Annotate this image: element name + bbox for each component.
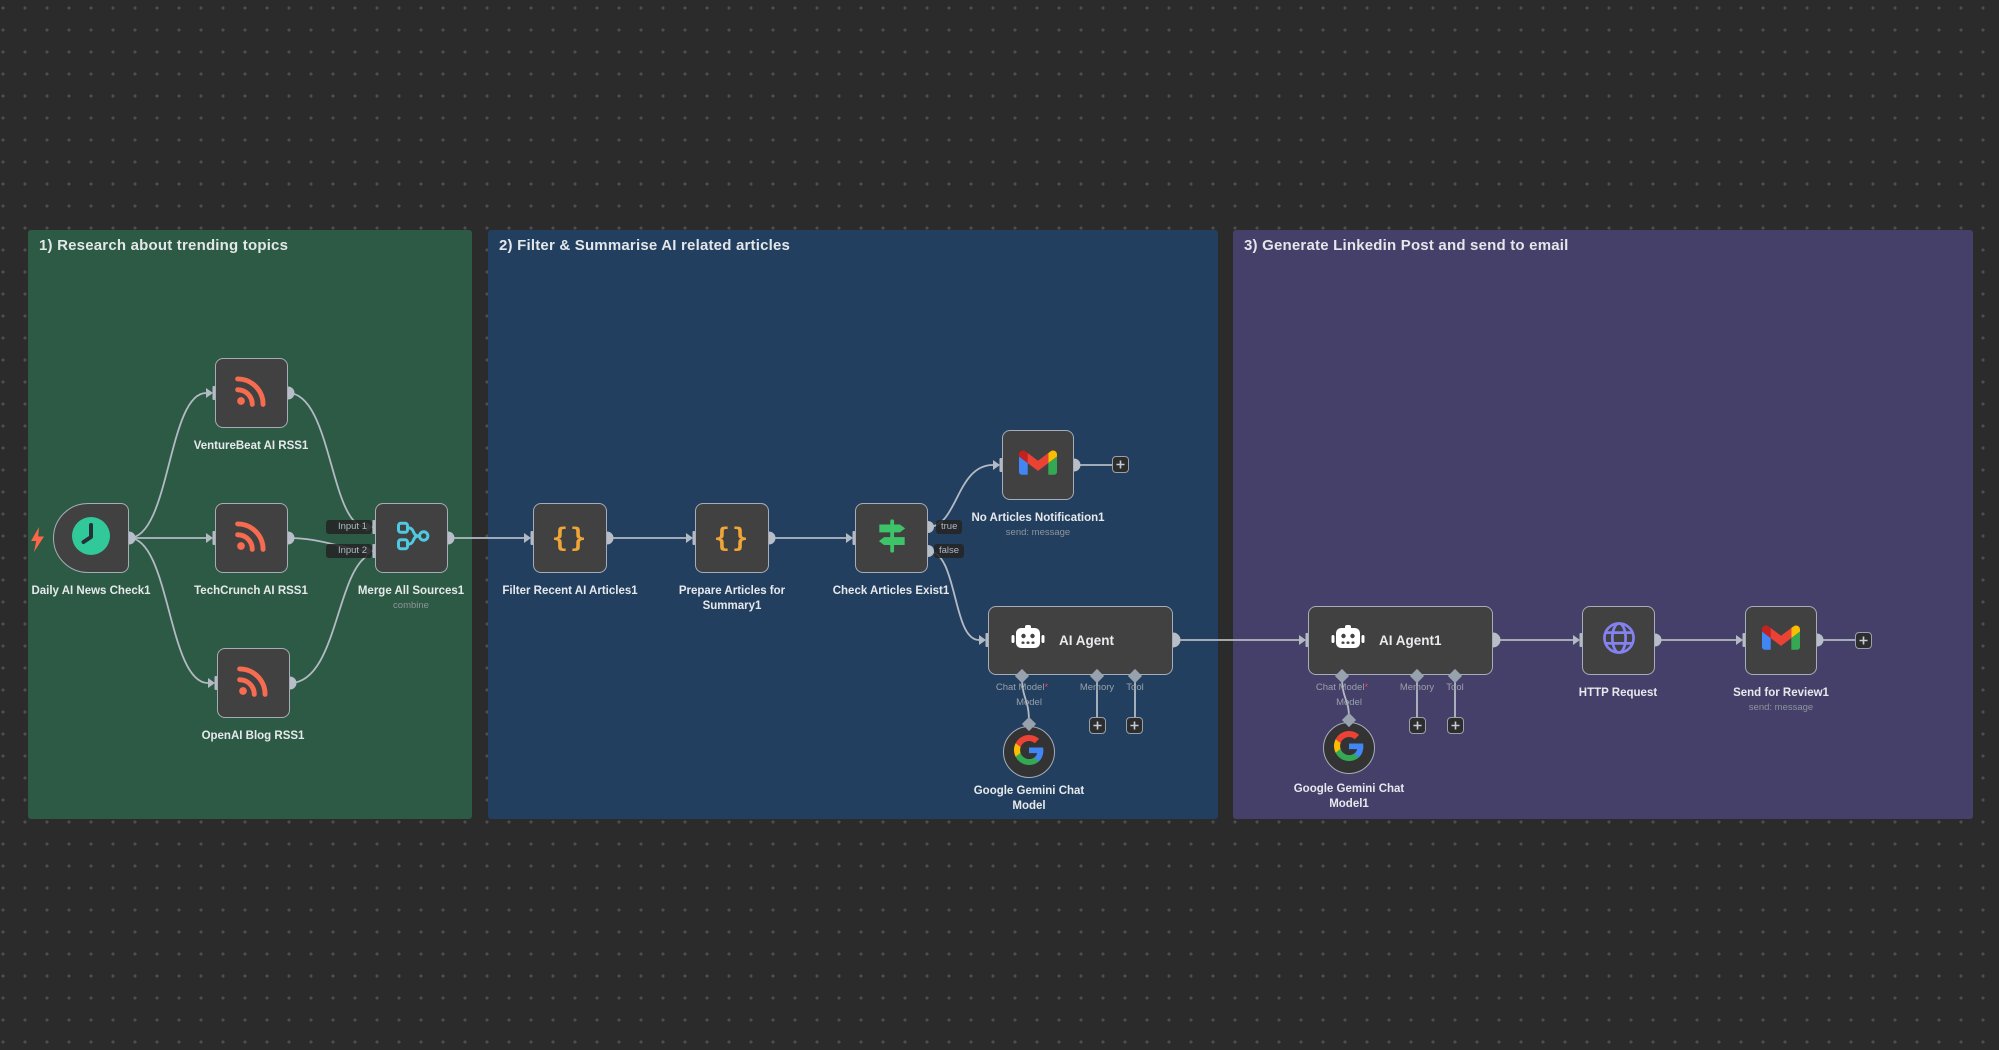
node-http-request[interactable]: [1582, 606, 1655, 675]
filter-signpost-icon: [873, 517, 911, 560]
node-check-articles-exist[interactable]: [855, 503, 928, 573]
node-label: Merge All Sources1: [326, 584, 496, 599]
node-subtitle: send: message: [1696, 702, 1866, 713]
schedule-clock-icon: [70, 515, 112, 562]
robot-icon: [1331, 625, 1365, 656]
node-title: AI Agent: [1059, 633, 1114, 648]
model-endpoint-label: Model: [1307, 697, 1391, 708]
branch-label-true: true: [936, 520, 962, 534]
add-memory-plus-button[interactable]: [1409, 717, 1426, 734]
node-label: Google Gemini Chat Model: [944, 784, 1114, 814]
rss-icon: [233, 517, 270, 559]
add-node-plus-button[interactable]: [1112, 456, 1129, 473]
wire-trigger-venturebeat[interactable]: [129, 393, 206, 538]
node-merge-all-sources[interactable]: [375, 503, 448, 573]
robot-icon: [1011, 625, 1045, 656]
node-label: Filter Recent AI Articles1: [485, 584, 655, 599]
node-title: AI Agent1: [1379, 633, 1442, 648]
google-g-icon: [1334, 731, 1364, 766]
node-label: No Articles Notification1: [953, 511, 1123, 526]
node-label: OpenAI Blog RSS1: [168, 729, 338, 744]
wire-trigger-openai[interactable]: [129, 538, 208, 683]
node-filter-recent-articles[interactable]: {}: [533, 503, 607, 573]
merge-input1-label: Input 1: [326, 520, 372, 534]
rss-icon: [235, 662, 272, 704]
merge-icon: [394, 518, 430, 559]
code-braces-icon: {}: [552, 523, 589, 554]
node-label: VentureBeat AI RSS1: [166, 439, 336, 454]
model-endpoint-label: Model: [987, 697, 1071, 708]
node-label: Daily AI News Check1: [6, 584, 176, 599]
workflow-canvas[interactable]: 1) Research about trending topics 2) Fil…: [0, 0, 1999, 1050]
trigger-bolt-icon: [29, 527, 46, 557]
chat-model-port-label: Chat Model*: [980, 682, 1064, 693]
node-label: Prepare Articles for Summary1: [647, 584, 817, 614]
node-google-gemini-chat-model1[interactable]: [1323, 722, 1375, 774]
node-venturebeat-rss[interactable]: [215, 358, 288, 428]
gmail-icon: [1019, 448, 1057, 483]
add-node-plus-button[interactable]: [1855, 632, 1872, 649]
code-braces-icon: {}: [714, 523, 751, 554]
node-label: Check Articles Exist1: [806, 584, 976, 599]
tool-port-label: Tool: [1093, 682, 1177, 693]
node-label: HTTP Request: [1533, 686, 1703, 701]
node-daily-ai-news-check[interactable]: [53, 503, 129, 573]
rss-icon: [233, 372, 270, 414]
node-send-for-review[interactable]: [1745, 606, 1817, 675]
branch-label-false: false: [934, 544, 964, 558]
tool-port-label: Tool: [1413, 682, 1497, 693]
node-google-gemini-chat-model[interactable]: [1003, 726, 1055, 778]
add-memory-plus-button[interactable]: [1089, 717, 1106, 734]
node-label: Google Gemini Chat Model1: [1264, 782, 1434, 812]
wire-openai-merge[interactable]: [290, 556, 367, 683]
wire-venturebeat-merge[interactable]: [288, 393, 366, 527]
node-label: Send for Review1: [1696, 686, 1866, 701]
merge-input2-label: Input 2: [326, 544, 372, 558]
node-label: TechCrunch AI RSS1: [166, 584, 336, 599]
node-openai-blog-rss[interactable]: [217, 648, 290, 718]
chat-model-port-label: Chat Model*: [1300, 682, 1384, 693]
gmail-icon: [1762, 623, 1800, 658]
node-no-articles-notification[interactable]: [1002, 430, 1074, 500]
node-subtitle: send: message: [953, 527, 1123, 538]
google-g-icon: [1014, 735, 1044, 770]
node-subtitle: combine: [326, 600, 496, 611]
node-ai-agent1[interactable]: AI Agent1: [1308, 606, 1493, 675]
add-tool-plus-button[interactable]: [1126, 717, 1143, 734]
node-ai-agent[interactable]: AI Agent: [988, 606, 1173, 675]
add-tool-plus-button[interactable]: [1447, 717, 1464, 734]
node-prepare-articles[interactable]: {}: [695, 503, 769, 573]
node-techcrunch-rss[interactable]: [215, 503, 288, 573]
globe-icon: [1600, 619, 1638, 662]
